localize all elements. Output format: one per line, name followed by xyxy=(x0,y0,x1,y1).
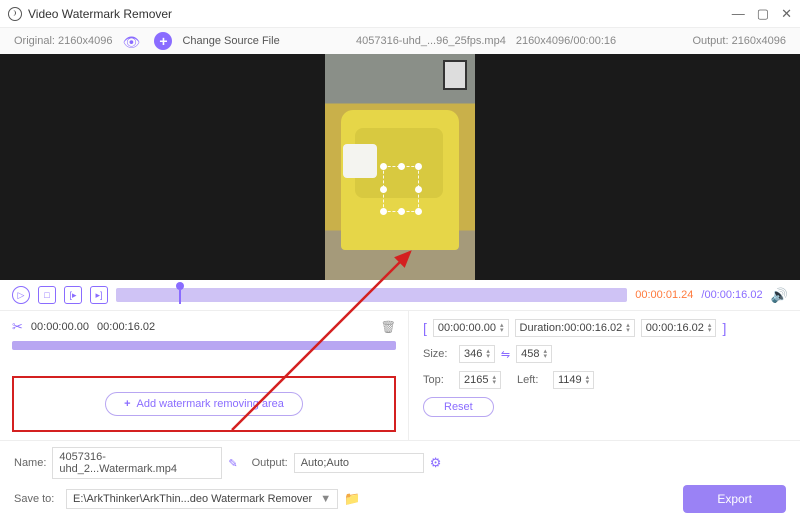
source-filename: 4057316-uhd_...96_25fps.mp4 xyxy=(356,35,506,47)
timeline-track[interactable] xyxy=(116,288,627,302)
range-start-input[interactable]: 00:00:00.00▴▾ xyxy=(433,319,509,337)
wall-picture xyxy=(443,60,467,90)
bottom-bar: Name: 4057316-uhd_2...Watermark.mp4 ✎ Ou… xyxy=(0,440,800,519)
clip-in: 00:00:00.00 xyxy=(31,321,89,333)
top-label: Top: xyxy=(423,374,453,386)
video-frame xyxy=(325,54,475,280)
delete-clip-icon[interactable]: 🗑 xyxy=(381,320,396,334)
open-folder-icon[interactable]: 📁 xyxy=(344,491,360,507)
close-button[interactable]: ✕ xyxy=(781,6,792,22)
add-area-label: Add watermark removing area xyxy=(137,398,284,410)
titlebar: Video Watermark Remover — ▢ ✕ xyxy=(0,0,800,28)
left-input[interactable]: 1149▴▾ xyxy=(553,371,594,389)
add-watermark-area-button[interactable]: +Add watermark removing area xyxy=(105,392,303,416)
settings-icon[interactable]: ⚙ xyxy=(430,455,442,471)
highlight-box: +Add watermark removing area xyxy=(12,376,396,432)
info-bar: Original: 2160x4096 👁 + Change Source Fi… xyxy=(0,28,800,54)
bracket-right-icon[interactable]: ] xyxy=(722,320,726,336)
output-label: Output: xyxy=(252,457,288,469)
link-size-icon[interactable]: ⇋ xyxy=(501,348,510,361)
frame-forward-button[interactable]: ▸] xyxy=(90,286,108,304)
output-name-field[interactable]: 4057316-uhd_2...Watermark.mp4 xyxy=(52,447,222,479)
frame-back-button[interactable]: [▸ xyxy=(64,286,82,304)
add-source-button[interactable]: + xyxy=(154,32,172,50)
name-label: Name: xyxy=(14,457,46,469)
top-input[interactable]: 2165▴▾ xyxy=(459,371,501,389)
left-label: Left: xyxy=(517,374,547,386)
app-title: Video Watermark Remover xyxy=(28,7,732,21)
minimize-button[interactable]: — xyxy=(732,6,745,22)
play-button[interactable]: ▷ xyxy=(12,286,30,304)
saveto-dropdown[interactable]: E:\ArkThinker\ArkThin...deo Watermark Re… xyxy=(66,489,338,509)
size-label: Size: xyxy=(423,348,453,360)
selection-box[interactable] xyxy=(383,166,419,212)
time-current: 00:00:01.24 xyxy=(635,289,693,301)
window-controls: — ▢ ✕ xyxy=(732,6,792,22)
stop-button[interactable]: □ xyxy=(38,286,56,304)
height-input[interactable]: 458▴▾ xyxy=(516,345,552,363)
pillow xyxy=(343,144,377,178)
change-source-label[interactable]: Change Source File xyxy=(182,35,279,47)
clip-panel: ✂ 00:00:00.00 00:00:16.02 🗑 +Add waterma… xyxy=(0,311,408,440)
video-preview[interactable] xyxy=(0,54,800,280)
maximize-button[interactable]: ▢ xyxy=(757,6,769,22)
clip-track[interactable] xyxy=(12,341,396,350)
range-duration-input[interactable]: Duration:00:00:16.02▴▾ xyxy=(515,319,635,337)
edit-name-icon[interactable]: ✎ xyxy=(228,457,237,470)
preview-toggle-icon[interactable]: 👁 xyxy=(122,34,144,48)
range-end-input[interactable]: 00:00:16.02▴▾ xyxy=(641,319,717,337)
edit-panels: ✂ 00:00:00.00 00:00:16.02 🗑 +Add waterma… xyxy=(0,310,800,440)
volume-icon[interactable]: 🔊 xyxy=(771,287,788,304)
original-resolution: Original: 2160x4096 xyxy=(14,35,112,47)
timeline-controls: ▷ □ [▸ ▸] 00:00:01.24/00:00:16.02 🔊 xyxy=(0,280,800,310)
time-duration: /00:00:16.02 xyxy=(701,289,762,301)
area-panel: [ 00:00:00.00▴▾ Duration:00:00:16.02▴▾ 0… xyxy=(408,311,800,440)
output-resolution: Output: 2160x4096 xyxy=(692,35,786,47)
saveto-label: Save to: xyxy=(14,493,60,505)
clip-out: 00:00:16.02 xyxy=(97,321,155,333)
playhead[interactable] xyxy=(176,282,184,290)
app-icon xyxy=(8,7,22,21)
bracket-left-icon[interactable]: [ xyxy=(423,320,427,336)
source-resolution: 2160x4096/00:00:16 xyxy=(516,35,616,47)
export-button[interactable]: Export xyxy=(683,485,786,513)
scissors-icon[interactable]: ✂ xyxy=(12,319,23,335)
output-format-field[interactable]: Auto;Auto xyxy=(294,453,424,473)
width-input[interactable]: 346▴▾ xyxy=(459,345,495,363)
reset-button[interactable]: Reset xyxy=(423,397,494,417)
